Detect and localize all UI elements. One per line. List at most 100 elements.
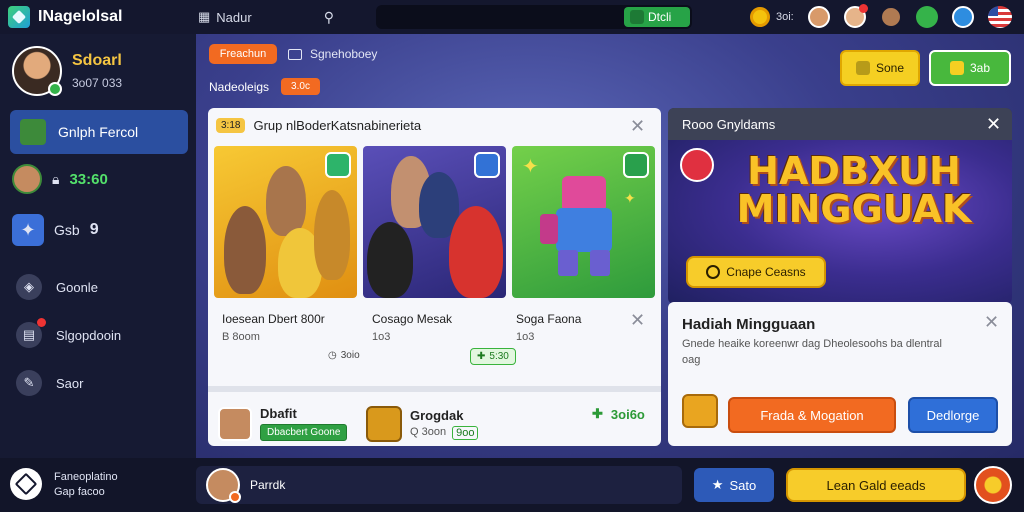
group-tile-3[interactable]: ✦ ✦	[512, 146, 655, 298]
reward-description: Gnede heaike koreenwr dag Dheolesoohs ba…	[682, 338, 942, 366]
coin-icon	[750, 7, 770, 27]
top-progress-bar: Dtcli	[376, 5, 692, 29]
close-icon[interactable]: ✕	[630, 310, 645, 331]
friend-avatar-3[interactable]	[879, 6, 902, 28]
sidebar-item-active[interactable]: Gnlph Fercol	[10, 110, 188, 154]
close-icon[interactable]: ✕	[984, 312, 999, 333]
coin-counter[interactable]: 3oi:	[750, 7, 794, 27]
group-card: 3:18 Grup nlBoderKatsnabinerieta ✕ ✦ ✦ I…	[208, 108, 661, 446]
flag-icon[interactable]	[987, 6, 1012, 28]
banner-title-line1: HADBXUH	[747, 149, 961, 193]
sidebar-item-games[interactable]: ◈ Goonle	[16, 274, 98, 300]
stat-value: 33:60	[69, 170, 108, 188]
group-card-footer: Dbafit Dbacbert Goone Grogdak Q 3oon 9oo…	[208, 386, 661, 446]
banner-button-label: Cnape Ceasns	[726, 265, 806, 279]
search-icon[interactable]: ⚲	[324, 9, 334, 26]
avatar	[12, 46, 62, 96]
sidebar-level-row[interactable]: ✦ Gsb 9	[12, 214, 99, 246]
person-image	[449, 206, 503, 298]
notification-dot	[229, 491, 241, 503]
online-dot	[48, 82, 62, 96]
score-button-label: Sone	[875, 61, 905, 75]
group-tile-1[interactable]	[214, 146, 357, 298]
group-tag: 3:18	[216, 118, 246, 133]
cash-button-label: 3ab	[969, 61, 991, 75]
profile[interactable]: Sdoarl 3o07 033	[12, 46, 122, 96]
sidebar-stats-row[interactable]: 🔒︎ 33:60	[12, 164, 108, 194]
sidebar-item-settings[interactable]: ✎ Saor	[16, 370, 83, 396]
chat-input[interactable]: Parrdk	[196, 466, 682, 504]
friend-avatar-1[interactable]	[807, 6, 830, 28]
section-price-badge[interactable]: 3.0c	[281, 78, 320, 95]
amount-row: ✚ 3oi6o	[592, 406, 645, 422]
section-header: Nadeoleigs 3.0c	[209, 78, 320, 95]
bottom-left-info[interactable]: Faneoplatino Gap facoo	[10, 468, 118, 500]
banner-title-line2: MINGGUAK	[736, 187, 972, 231]
bottom-bar: Faneoplatino Gap facoo Parrdk ★ Sato Lea…	[0, 458, 1024, 512]
sidebar: Sdoarl 3o07 033 Gnlph Fercol 🔒︎ 33:60 ✦ …	[0, 34, 196, 458]
tile-title: Cosago Mesak	[372, 312, 453, 326]
claim-button[interactable]: Frada & Mogation	[728, 397, 896, 433]
tab-secondary[interactable]: Sgnehoboey	[288, 44, 377, 64]
banner-header: Rooo Gnyldams	[668, 108, 1012, 140]
member-row-2[interactable]: Grogdak Q 3oon 9oo	[366, 406, 479, 442]
gift-icon	[682, 394, 718, 428]
lightning-icon[interactable]	[974, 466, 1012, 504]
sidebar-item-store[interactable]: ▤ Slgopdooin	[16, 318, 121, 348]
friend-avatar-2[interactable]	[843, 4, 868, 28]
member-avatar	[218, 406, 252, 441]
tile-title: Soga Faona	[516, 312, 582, 326]
cash-icon	[949, 61, 964, 75]
star-button-label: Sato	[729, 477, 757, 493]
item-name: Grogdak	[410, 408, 464, 423]
search-label: Nadur	[216, 9, 252, 25]
tile-title: Ioesean Dbert 800r	[222, 312, 325, 326]
chat-icon[interactable]	[915, 6, 938, 28]
tile-1-pill[interactable]: ◷ 3oio	[322, 348, 366, 363]
person-image	[266, 166, 306, 236]
clock-icon: ◷	[328, 350, 337, 361]
cash-icon: ✚	[592, 406, 603, 421]
star-button[interactable]: ★ Sato	[694, 468, 774, 502]
member-row-1[interactable]: Dbafit Dbacbert Goone	[218, 406, 348, 441]
coin-value: 3oi:	[776, 11, 794, 23]
tab-featured[interactable]: Freachun	[209, 44, 277, 64]
group-tile-2[interactable]	[363, 146, 506, 298]
help-icon[interactable]	[951, 6, 974, 28]
progress-icon	[630, 10, 644, 24]
notification-dot	[37, 318, 46, 327]
progress-button[interactable]: Dtcli	[624, 7, 690, 27]
top-bar: INagelolsal ▦ Nadur ⚲ Dtcli 3oi:	[0, 0, 1024, 34]
item-pill[interactable]: 9oo	[452, 426, 479, 440]
close-icon[interactable]: ✕	[986, 114, 1001, 135]
member-name: Dbafit	[260, 406, 297, 421]
join-button[interactable]: Dbacbert Goone	[260, 424, 348, 441]
search-bar[interactable]: ▦ Nadur ⚲	[198, 5, 348, 29]
cash-button[interactable]: 3ab	[929, 50, 1011, 86]
event-banner[interactable]: Rooo Gnyldams ✕ HADBXUH MINGGUAK Cnape C…	[668, 108, 1012, 304]
score-button[interactable]: Sone	[840, 50, 920, 86]
tile-badge-icon	[623, 152, 649, 178]
chat-avatar	[206, 468, 241, 503]
profile-id: 3o07 033	[72, 76, 123, 90]
weekly-reward-card: Hadiah Mingguaan ✕ Gnede heaike koreenwr…	[668, 302, 1012, 446]
bottom-left-line2: Gap facoo	[54, 485, 105, 498]
top-icon-group: 3oi:	[750, 4, 1012, 28]
tab-label: Sgnehoboey	[310, 47, 378, 61]
banner-button[interactable]: Cnape Ceasns	[686, 256, 826, 288]
tile-badge-icon	[474, 152, 500, 178]
amount-value: 3oi6o	[610, 406, 645, 422]
chat-name: Parrdk	[250, 478, 286, 492]
coin-icon	[706, 265, 721, 279]
tile-sub: 1o3	[372, 331, 391, 343]
level-label: Gsb	[54, 222, 80, 238]
gold-button[interactable]: Lean Gald eeads	[786, 468, 966, 502]
close-icon[interactable]: ✕	[630, 116, 645, 137]
person-image	[224, 206, 266, 294]
hot-badge-icon	[680, 148, 714, 182]
robot-image	[540, 176, 628, 276]
person-image	[314, 190, 350, 280]
challenge-button[interactable]: Dedlorge	[908, 397, 998, 433]
tile-1-text: Ioesean Dbert 800r B 8oom	[222, 312, 325, 343]
tile-2-pill[interactable]: ✚ 5:30	[470, 348, 516, 365]
